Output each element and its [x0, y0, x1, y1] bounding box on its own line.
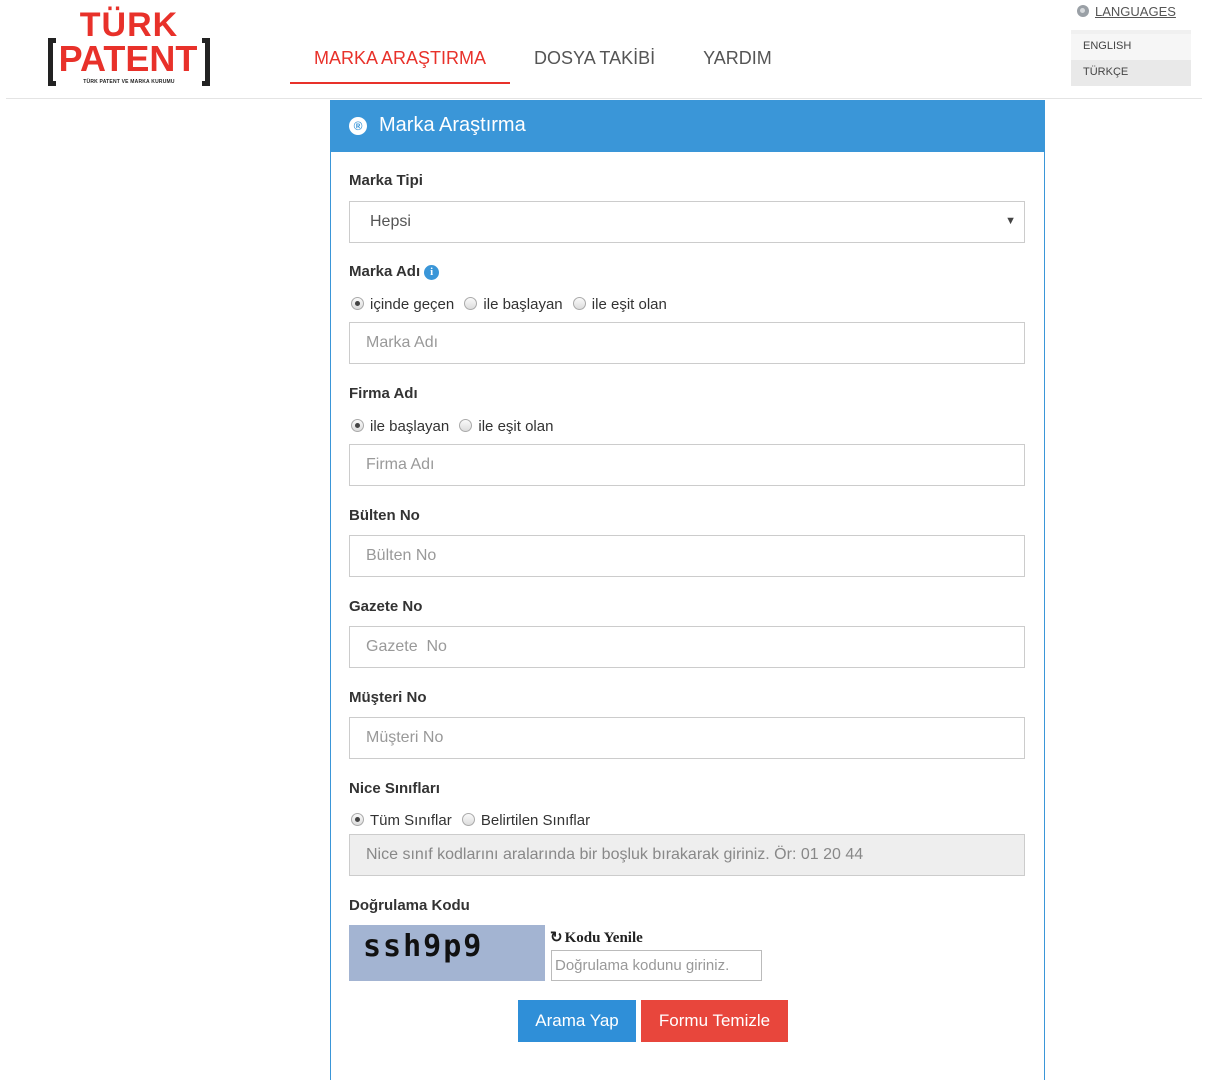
marka-adi-label-text: Marka Adı	[349, 263, 421, 280]
nice-classes-input: Nice sınıf kodlarını aralarında bir boşl…	[349, 834, 1025, 876]
language-menu: ENGLISH TÜRKÇE	[1071, 30, 1191, 86]
clear-form-button[interactable]: Formu Temizle	[641, 1000, 788, 1042]
gazete-no-label: Gazete No	[349, 598, 423, 615]
captcha-image: ssh9p9	[349, 925, 545, 981]
registered-icon: ®	[349, 117, 367, 135]
header-divider	[6, 98, 1202, 99]
marka-tipi-value: Hepsi	[370, 213, 411, 230]
marka-adi-option-ile-esit-olan[interactable]: ile eşit olan	[572, 296, 667, 313]
nav-dosya-takibi[interactable]: DOSYA TAKİBİ	[510, 36, 679, 84]
nice-siniflari-label: Nice Sınıfları	[349, 780, 440, 797]
firma-adi-option-label: ile eşit olan	[478, 418, 554, 435]
radio-unchecked-icon	[459, 419, 473, 432]
firma-adi-label: Firma Adı	[349, 385, 418, 402]
radio-unchecked-icon	[572, 297, 586, 310]
musteri-no-input[interactable]: Müşteri No	[349, 717, 1025, 759]
language-option-turkce[interactable]: TÜRKÇE	[1071, 60, 1191, 86]
marka-adi-option-icinde-gecen[interactable]: içinde geçen	[351, 296, 454, 313]
logo-top-text: TÜRK	[79, 6, 179, 44]
marka-adi-input[interactable]: Marka Adı	[349, 322, 1025, 364]
radio-unchecked-icon	[464, 297, 478, 310]
radio-checked-icon	[351, 813, 364, 826]
gazete-no-input[interactable]: Gazete No	[349, 626, 1025, 668]
nice-option-belirtilen-siniflar[interactable]: Belirtilen Sınıflar	[461, 812, 591, 829]
logo-subtitle: TÜRK PATENT VE MARKA KURUMU	[83, 79, 175, 85]
marka-adi-radio-group: içinde geçen ile başlayan ile eşit olan	[351, 296, 673, 313]
firma-adi-option-ile-baslayan[interactable]: ile başlayan	[351, 418, 449, 435]
nice-radio-group: Tüm Sınıflar Belirtilen Sınıflar	[351, 812, 596, 829]
firma-adi-option-ile-esit-olan[interactable]: ile eşit olan	[459, 418, 553, 435]
logo-bracket-right	[202, 38, 210, 86]
marka-adi-option-label: içinde geçen	[370, 296, 455, 313]
marka-tipi-select[interactable]: Hepsi ▼	[349, 201, 1025, 243]
firma-adi-radio-group: ile başlayan ile eşit olan	[351, 418, 559, 435]
nav-marka-arastirma[interactable]: MARKA ARAŞTIRMA	[290, 36, 511, 84]
info-icon[interactable]: i	[424, 265, 440, 280]
marka-adi-label: Marka Adı i	[349, 263, 440, 280]
refresh-icon: ↻	[550, 930, 563, 946]
caret-down-icon: ▼	[1005, 215, 1016, 227]
captcha-code-input[interactable]: Doğrulama kodunu giriniz.	[551, 950, 762, 981]
logo-main-text: PATENT	[58, 38, 198, 79]
nav-yardim[interactable]: YARDIM	[679, 36, 796, 84]
turk-patent-logo[interactable]: TÜRK PATENT TÜRK PATENT VE MARKA KURUMU	[46, 8, 212, 88]
marka-adi-option-ile-baslayan[interactable]: ile başlayan	[464, 296, 563, 313]
marka-adi-option-label: ile başlayan	[483, 296, 563, 313]
panel-header: ® Marka Araştırma	[331, 100, 1044, 152]
refresh-captcha-label: Kodu Yenile	[564, 930, 643, 946]
marka-tipi-label: Marka Tipi	[349, 172, 423, 189]
nice-option-label: Belirtilen Sınıflar	[480, 812, 591, 829]
dogrulama-kodu-label: Doğrulama Kodu	[349, 897, 470, 914]
languages-label: LANGUAGES	[1095, 4, 1176, 19]
panel-title: Marka Araştırma	[379, 114, 526, 136]
header: TÜRK PATENT TÜRK PATENT VE MARKA KURUMU …	[0, 0, 1214, 100]
languages-toggle[interactable]: LANGUAGES	[1077, 4, 1176, 19]
language-option-english[interactable]: ENGLISH	[1071, 34, 1191, 60]
nice-option-label: Tüm Sınıflar	[370, 812, 452, 829]
logo-bracket-left	[48, 38, 56, 86]
firma-adi-input[interactable]: Firma Adı	[349, 444, 1025, 486]
nice-option-tum-siniflar[interactable]: Tüm Sınıflar	[351, 812, 452, 829]
search-panel: ® Marka Araştırma Marka Tipi Hepsi ▼ Mark…	[330, 100, 1045, 1080]
musteri-no-label: Müşteri No	[349, 689, 427, 706]
bulten-no-input[interactable]: Bülten No	[349, 535, 1025, 577]
radio-checked-icon	[351, 297, 364, 310]
firma-adi-option-label: ile başlayan	[370, 418, 450, 435]
marka-adi-option-label: ile eşit olan	[591, 296, 667, 313]
radio-checked-icon	[351, 419, 364, 432]
globe-icon	[1077, 5, 1089, 17]
refresh-captcha-link[interactable]: ↻ Kodu Yenile	[550, 928, 643, 947]
radio-unchecked-icon	[461, 813, 475, 826]
bulten-no-label: Bülten No	[349, 507, 420, 524]
search-button[interactable]: Arama Yap	[518, 1000, 636, 1042]
main-nav: MARKA ARAŞTIRMA DOSYA TAKİBİ YARDIM	[290, 36, 796, 84]
